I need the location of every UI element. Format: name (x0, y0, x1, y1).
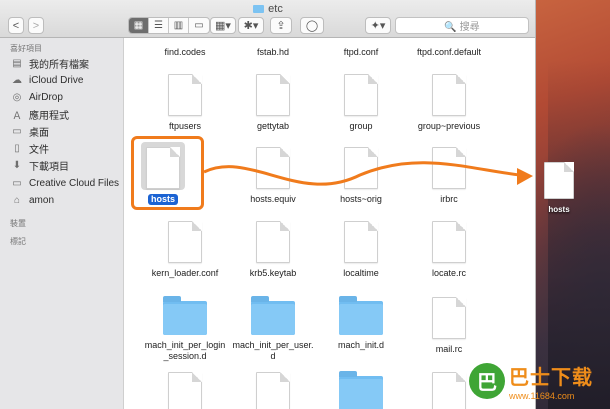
watermark-badge: 巴 (469, 362, 505, 399)
document-icon (544, 162, 574, 199)
desktop-hosts-file[interactable]: hosts (539, 162, 579, 214)
watermark-url: www.11684.com (509, 390, 575, 401)
drag-arrow-path (203, 161, 529, 186)
drag-arrow-head (517, 168, 533, 185)
watermark-title: 巴士下载 (509, 364, 593, 389)
drag-arrow (203, 161, 533, 186)
desktop-file-label: hosts (548, 205, 570, 214)
watermark-logo: 巴 巴士下载 www.11684.com (469, 352, 610, 409)
watermark-text: 巴士下载 www.11684.com (509, 361, 593, 401)
